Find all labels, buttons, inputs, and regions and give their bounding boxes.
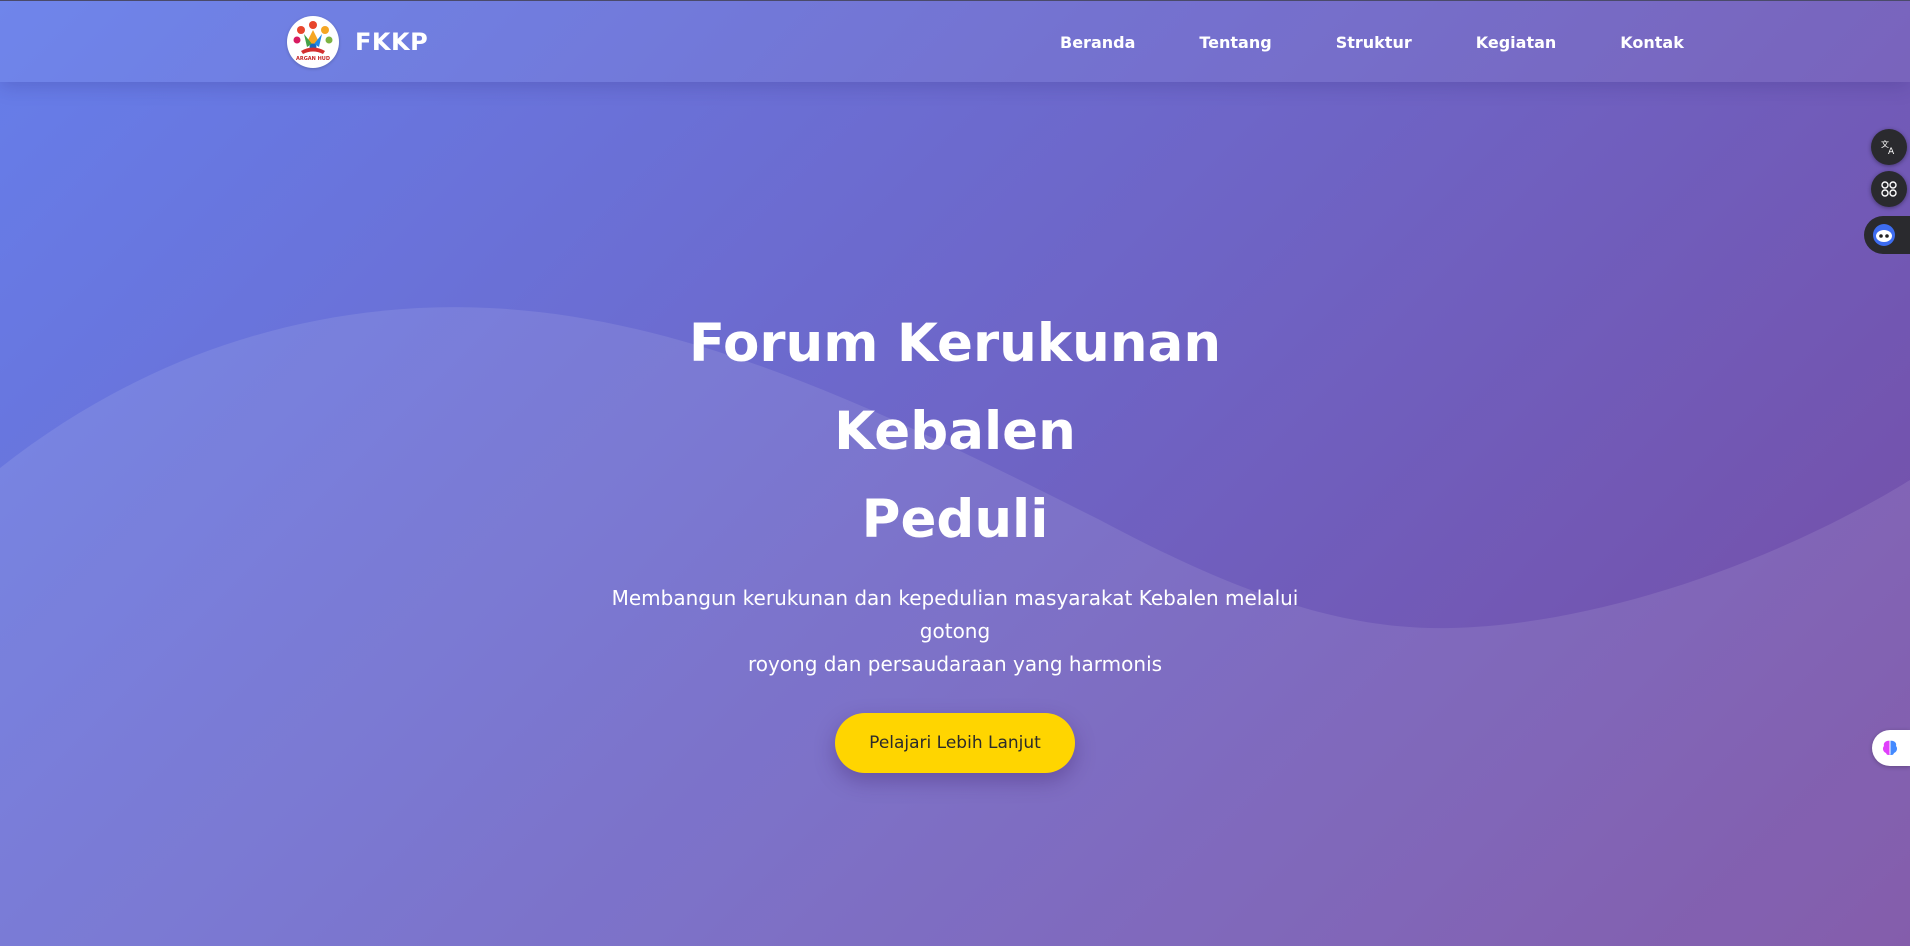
hero-title: Forum Kerukunan Kebalen Peduli	[575, 300, 1335, 564]
nav-link-beranda[interactable]: Beranda	[1060, 33, 1135, 52]
community-logo-icon[interactable]: ARGAN HUD	[287, 16, 339, 68]
assistant-bot-icon[interactable]	[1864, 216, 1910, 254]
nav-link-tentang[interactable]: Tentang	[1199, 33, 1271, 52]
nav-link-kegiatan[interactable]: Kegiatan	[1476, 33, 1557, 52]
translate-icon[interactable]: 文 A	[1871, 129, 1907, 165]
brain-icon[interactable]	[1872, 730, 1910, 766]
nav-link-struktur[interactable]: Struktur	[1336, 33, 1412, 52]
learn-more-button[interactable]: Pelajari Lebih Lanjut	[835, 713, 1075, 773]
apps-grid-icon[interactable]	[1871, 171, 1907, 207]
svg-text:A: A	[1888, 147, 1895, 156]
hero-subtitle: Membangun kerukunan dan kepedulian masya…	[575, 582, 1335, 681]
nav-link-kontak[interactable]: Kontak	[1620, 33, 1684, 52]
hero-title-line-2: Peduli	[861, 489, 1049, 550]
hero-section: Forum Kerukunan Kebalen Peduli Membangun…	[0, 300, 1910, 773]
site-header: ARGAN HUD FKKP Beranda Tentang Struktur …	[0, 0, 1910, 82]
hero-subtitle-line-2: royong dan persaudaraan yang harmonis	[747, 652, 1163, 676]
hero-subtitle-line-1: Membangun kerukunan dan kepedulian masya…	[611, 586, 1299, 643]
hero-title-line-1: Forum Kerukunan Kebalen	[688, 313, 1222, 462]
brand-name[interactable]: FKKP	[355, 28, 428, 56]
main-nav: Beranda Tentang Struktur Kegiatan Kontak	[1060, 1, 1684, 83]
logo-text: ARGAN HUD	[296, 56, 330, 62]
brand[interactable]: ARGAN HUD FKKP	[287, 16, 428, 68]
